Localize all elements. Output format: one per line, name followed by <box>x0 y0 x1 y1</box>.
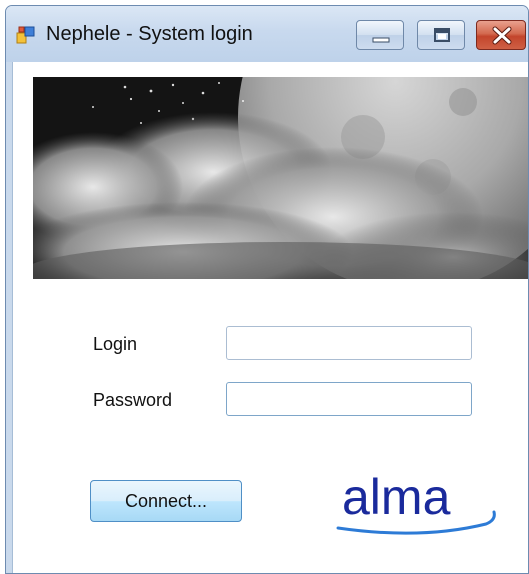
minimize-button[interactable] <box>356 20 404 50</box>
login-input[interactable] <box>226 326 472 360</box>
password-label: Password <box>93 390 173 410</box>
login-window: Nephele - System login Login Password Co… <box>5 5 529 574</box>
logo-text: alma <box>342 469 451 525</box>
login-label: Login <box>93 334 138 354</box>
minimize-icon <box>372 37 390 43</box>
connect-button[interactable]: Connect... <box>90 480 242 522</box>
title-bar[interactable]: Nephele - System login <box>6 6 528 62</box>
maximize-icon <box>434 28 450 42</box>
maximize-button[interactable] <box>417 20 465 50</box>
password-input[interactable] <box>226 382 472 416</box>
banner-image <box>33 77 528 279</box>
alma-logo: alma <box>326 462 507 542</box>
close-button[interactable] <box>476 20 526 50</box>
app-icon <box>16 25 36 45</box>
window-title: Nephele - System login <box>46 23 253 45</box>
form-client-area: Login Password Connect... alma <box>12 62 528 573</box>
close-icon <box>492 26 512 45</box>
